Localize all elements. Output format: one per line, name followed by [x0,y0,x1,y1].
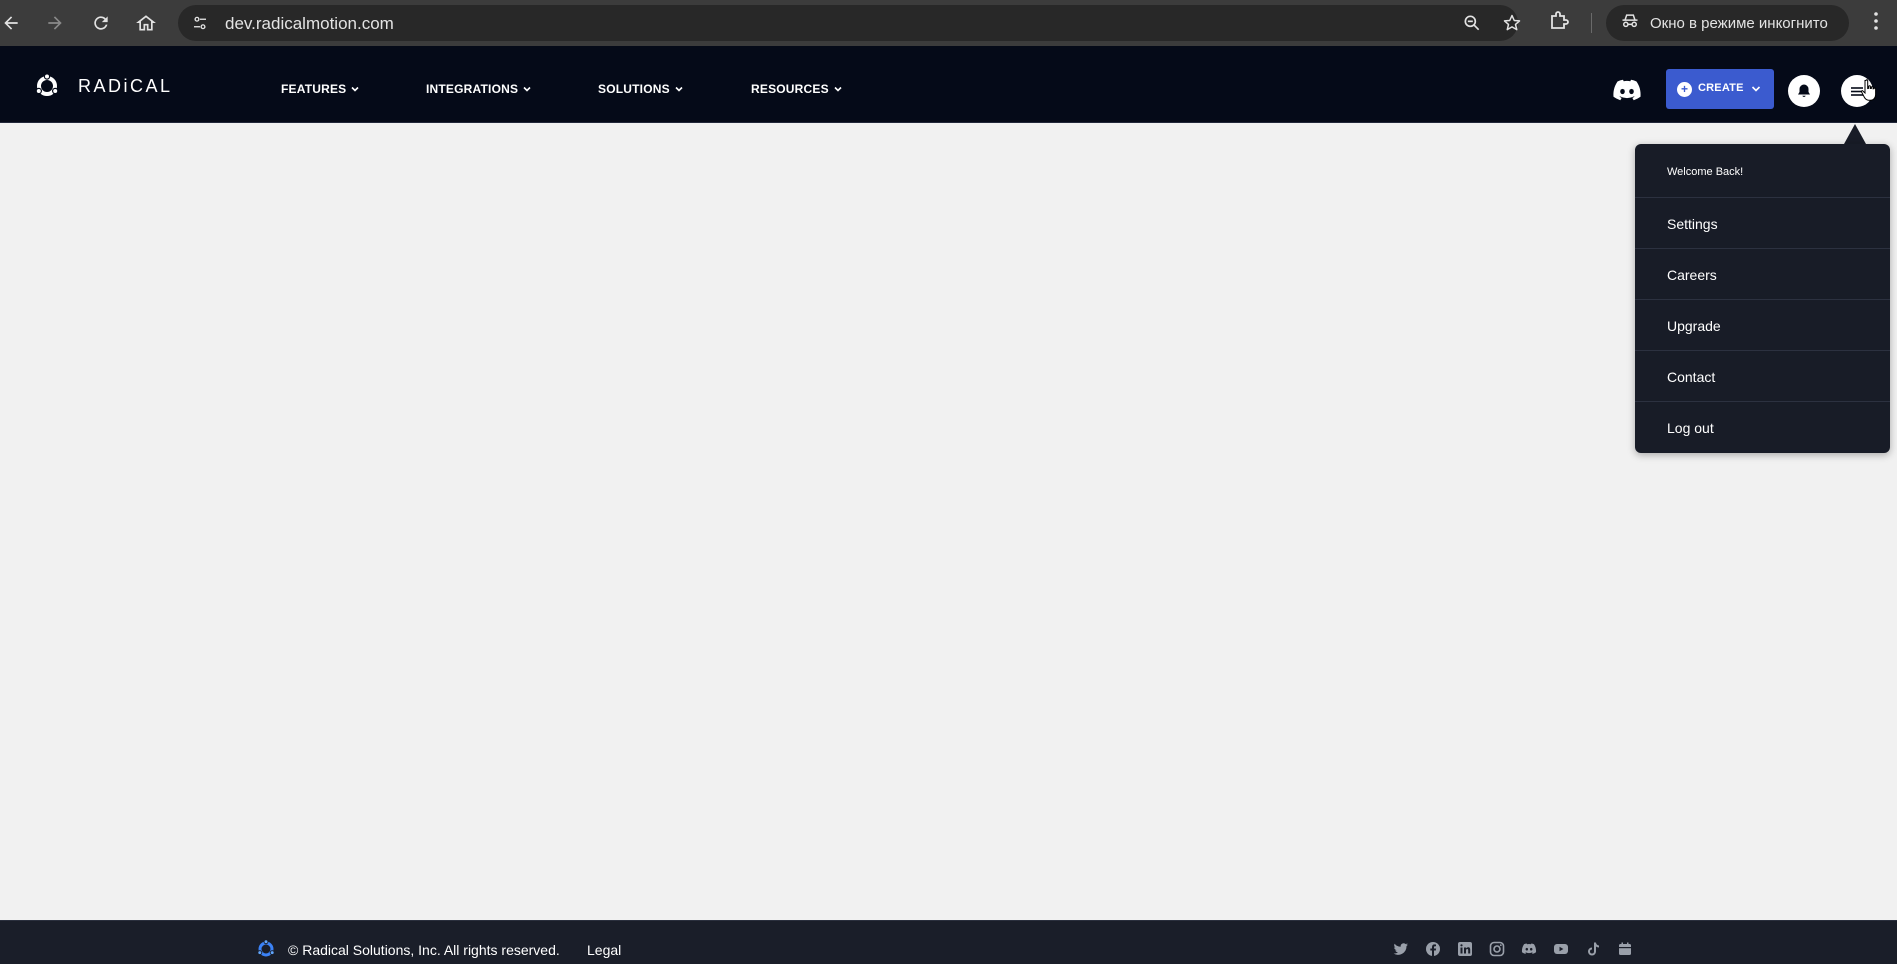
menu-item-settings[interactable]: Settings [1635,198,1890,249]
discord-icon[interactable] [1521,941,1537,957]
youtube-icon[interactable] [1553,941,1569,957]
browser-toolbar: dev.radicalmotion.com Окно в режиме инко… [0,0,1897,46]
site-footer: © Radical Solutions, Inc. All rights res… [0,920,1897,964]
chevron-down-icon [834,86,842,92]
chevron-down-icon [523,86,531,92]
nav-resources[interactable]: RESOURCES [751,82,843,96]
radical-logo[interactable]: RADiCAL [34,73,173,99]
twitter-icon[interactable] [1393,941,1409,957]
zoom-icon[interactable] [1462,13,1482,38]
notifications-button[interactable] [1788,75,1820,107]
address-bar[interactable]: dev.radicalmotion.com [178,5,1521,41]
discord-icon[interactable] [1612,78,1642,102]
create-button[interactable]: + CREATE [1666,69,1774,109]
linkedin-icon[interactable] [1457,941,1473,957]
user-menu-header: Welcome Back! [1635,144,1890,198]
chevron-down-icon [351,86,359,92]
menu-item-label: Careers [1667,267,1717,283]
back-icon[interactable] [0,8,26,38]
menu-item-label: Upgrade [1667,318,1721,334]
site-header: RADiCAL FEATURES INTEGRATIONS SOLUTIONS … [0,46,1897,123]
logo-wordmark: RADiCAL [78,75,173,96]
reload-icon[interactable] [86,8,116,38]
chevron-down-icon[interactable] [1750,83,1762,95]
toolbar-separator [1591,13,1592,33]
nav-solutions[interactable]: SOLUTIONS [598,82,684,96]
nav-integrations[interactable]: INTEGRATIONS [426,82,532,96]
nav-solutions-label: SOLUTIONS [598,82,670,96]
menu-item-label: Log out [1667,420,1714,436]
nav-resources-label: RESOURCES [751,82,829,96]
facebook-icon[interactable] [1425,941,1441,957]
radical-logo-icon [35,73,59,96]
menu-item-careers[interactable]: Careers [1635,249,1890,300]
menu-item-label: Contact [1667,369,1716,385]
menu-item-contact[interactable]: Contact [1635,351,1890,402]
calendar-icon[interactable] [1617,941,1633,957]
incognito-indicator[interactable]: Окно в режиме инкогнито [1606,5,1849,41]
menu-item-label: Settings [1667,216,1718,232]
bell-icon [1798,84,1810,98]
forward-icon[interactable] [40,8,70,38]
radical-logo-icon [257,939,275,957]
incognito-label: Окно в режиме инкогнито [1650,14,1828,32]
incognito-icon [1620,11,1640,35]
copyright-text: © Radical Solutions, Inc. All rights res… [288,942,560,958]
menu-item-logout[interactable]: Log out [1635,402,1890,453]
chevron-down-icon [675,86,683,92]
more-icon[interactable] [1864,9,1888,38]
menu-item-upgrade[interactable]: Upgrade [1635,300,1890,351]
bookmark-star-icon[interactable] [1502,13,1522,38]
instagram-icon[interactable] [1489,941,1505,957]
nav-features[interactable]: FEATURES [281,82,360,96]
welcome-text: Welcome Back! [1667,166,1744,178]
user-menu-dropdown: Welcome Back! Settings Careers Upgrade C… [1635,144,1890,453]
create-button-label: CREATE [1698,82,1744,94]
nav-features-label: FEATURES [281,82,347,96]
legal-link[interactable]: Legal [587,942,621,958]
hand-cursor-icon [1860,79,1877,101]
nav-integrations-label: INTEGRATIONS [426,82,519,96]
url-text[interactable]: dev.radicalmotion.com [225,14,394,34]
tiktok-icon[interactable] [1585,941,1601,957]
plus-circle-icon: + [1677,82,1692,97]
extensions-icon[interactable] [1547,9,1571,38]
dropdown-pointer [1844,124,1866,144]
site-info-icon[interactable] [188,11,212,35]
home-icon[interactable] [131,8,161,38]
